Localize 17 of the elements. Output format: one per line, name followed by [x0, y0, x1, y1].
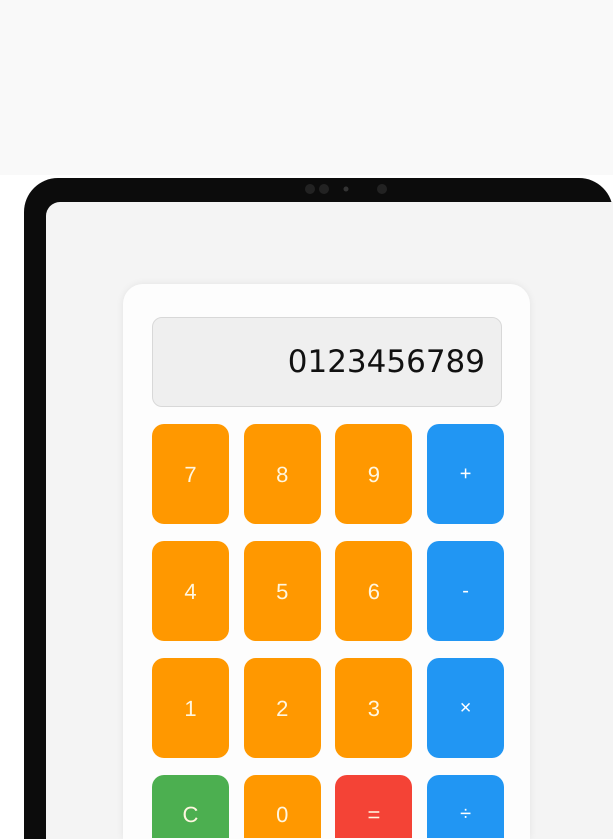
digit-key[interactable]: 1	[152, 658, 229, 758]
digit-key[interactable]: 7	[152, 424, 229, 524]
operator-key[interactable]: -	[427, 541, 504, 641]
digit-key[interactable]: 0	[244, 775, 321, 838]
digit-key[interactable]: 9	[335, 424, 412, 524]
operator-key[interactable]: ×	[427, 658, 504, 758]
equals-key[interactable]: =	[335, 775, 412, 838]
digit-key[interactable]: 5	[244, 541, 321, 641]
digit-key[interactable]: 2	[244, 658, 321, 758]
operator-key[interactable]: ÷	[427, 775, 504, 838]
digit-key[interactable]: 8	[244, 424, 321, 524]
digit-key[interactable]: 3	[335, 658, 412, 758]
digit-key[interactable]: 6	[335, 541, 412, 641]
display-field[interactable]: 0123456789	[152, 317, 502, 407]
clear-key[interactable]: C	[152, 775, 229, 838]
operator-key[interactable]: +	[427, 424, 504, 524]
digit-key[interactable]: 4	[152, 541, 229, 641]
